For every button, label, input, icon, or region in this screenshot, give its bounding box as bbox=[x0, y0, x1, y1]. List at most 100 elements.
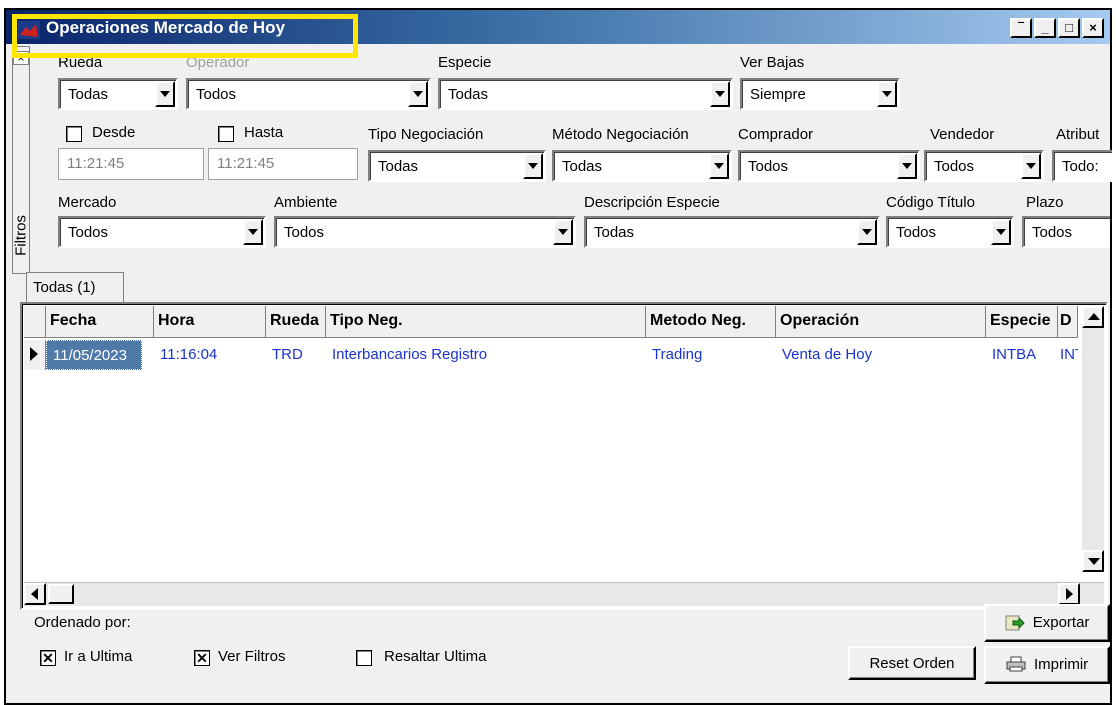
operador-select[interactable]: Todos bbox=[186, 78, 431, 110]
chevron-down-icon[interactable] bbox=[1021, 153, 1041, 179]
cell-hora[interactable]: 11:16:04 bbox=[154, 340, 266, 370]
tipo-negociacion-value: Todas bbox=[378, 158, 419, 175]
ver-filtros-checkbox[interactable]: ✕ bbox=[194, 650, 210, 666]
ambiente-label: Ambiente bbox=[274, 194, 338, 211]
rueda-select[interactable]: Todas bbox=[58, 78, 178, 110]
chevron-down-icon[interactable] bbox=[243, 219, 263, 245]
scroll-left-icon[interactable] bbox=[24, 583, 46, 605]
atributo-select[interactable]: Todo: bbox=[1052, 150, 1112, 182]
ver-bajas-label: Ver Bajas bbox=[740, 54, 805, 71]
metodo-negociacion-value: Todas bbox=[562, 158, 603, 175]
imprimir-button[interactable]: Imprimir bbox=[984, 646, 1110, 684]
ordenado-por-label: Ordenado por: bbox=[34, 614, 131, 631]
mercado-select[interactable]: Todos bbox=[58, 216, 266, 248]
ver-bajas-select[interactable]: Siempre bbox=[740, 78, 900, 110]
column-header-hora[interactable]: Hora bbox=[154, 306, 266, 338]
close-icon[interactable]: × bbox=[1082, 18, 1104, 38]
hasta-label: Hasta bbox=[244, 124, 284, 141]
resaltar-ultima-checkbox[interactable] bbox=[356, 650, 372, 666]
chevron-down-icon[interactable] bbox=[897, 153, 917, 179]
hasta-time-input[interactable]: 11:21:45 bbox=[208, 148, 358, 180]
column-header-tipo-neg[interactable]: Tipo Neg. bbox=[326, 306, 646, 338]
cell-tipo-neg[interactable]: Interbancarios Registro bbox=[326, 340, 646, 370]
plazo-value: Todos bbox=[1032, 224, 1073, 241]
hasta-checkbox[interactable] bbox=[218, 126, 234, 142]
ambiente-value: Todos bbox=[284, 224, 325, 241]
vendedor-select[interactable]: Todos bbox=[924, 150, 1044, 182]
chevron-down-icon[interactable] bbox=[709, 153, 729, 179]
desde-time-input[interactable]: 11:21:45 bbox=[58, 148, 204, 180]
ver-bajas-value: Siempre bbox=[750, 86, 806, 103]
cell-fecha[interactable]: 11/05/2023 bbox=[46, 340, 142, 370]
especie-select[interactable]: Todas bbox=[438, 78, 733, 110]
current-row-indicator-icon bbox=[24, 340, 46, 370]
tab-todas[interactable]: Todas (1) bbox=[26, 272, 124, 302]
scroll-up-icon[interactable] bbox=[1082, 306, 1104, 328]
close-filters-icon[interactable]: × bbox=[13, 51, 29, 65]
cell-rueda[interactable]: TRD bbox=[266, 340, 326, 370]
chevron-down-icon[interactable] bbox=[877, 81, 897, 107]
desde-checkbox[interactable] bbox=[66, 126, 82, 142]
operador-value: Todos bbox=[196, 86, 237, 103]
filtros-panel-tab[interactable]: × Filtros bbox=[12, 46, 30, 274]
exportar-button[interactable]: Exportar bbox=[984, 604, 1110, 642]
ver-filtros-label: Ver Filtros bbox=[218, 648, 286, 665]
descripcion-especie-select[interactable]: Todas bbox=[584, 216, 880, 248]
title-bar[interactable]: Operaciones Mercado de Hoy ‾ _ □ × bbox=[6, 10, 1110, 44]
ir-a-ultima-label: Ir a Ultima bbox=[64, 648, 133, 665]
vertical-scrollbar[interactable] bbox=[1082, 306, 1104, 572]
mercado-label: Mercado bbox=[58, 194, 117, 211]
cell-operacion[interactable]: Venta de Hoy bbox=[776, 340, 986, 370]
scroll-right-icon[interactable] bbox=[1058, 583, 1080, 605]
especie-label: Especie bbox=[438, 54, 492, 71]
chevron-down-icon[interactable] bbox=[710, 81, 730, 107]
plazo-label: Plazo bbox=[1026, 194, 1064, 211]
mercado-value: Todos bbox=[68, 224, 109, 241]
chevron-down-icon[interactable] bbox=[991, 219, 1011, 245]
atributo-label: Atribut bbox=[1056, 126, 1100, 143]
horizontal-scrollbar[interactable] bbox=[24, 582, 1104, 606]
scroll-down-icon[interactable] bbox=[1082, 550, 1104, 572]
chevron-down-icon[interactable] bbox=[155, 81, 175, 107]
cell-especie[interactable]: INTBA bbox=[986, 340, 1058, 370]
column-header-d[interactable]: D bbox=[1058, 306, 1078, 338]
vendedor-value: Todos bbox=[934, 158, 975, 175]
column-header-fecha[interactable]: Fecha bbox=[46, 306, 154, 338]
column-header-especie[interactable]: Especie bbox=[986, 306, 1058, 338]
plazo-select[interactable]: Todos bbox=[1022, 216, 1110, 248]
scroll-thumb[interactable] bbox=[48, 584, 74, 604]
column-header-metodo-neg[interactable]: Metodo Neg. bbox=[646, 306, 776, 338]
chevron-down-icon[interactable] bbox=[857, 219, 877, 245]
rueda-label: Rueda bbox=[58, 54, 103, 71]
grid-header: Fecha Hora Rueda Tipo Neg. Metodo Neg. O… bbox=[24, 306, 1082, 338]
desde-label: Desde bbox=[92, 124, 136, 141]
chevron-down-icon[interactable] bbox=[523, 153, 543, 179]
column-header-rueda[interactable]: Rueda bbox=[266, 306, 326, 338]
tipo-negociacion-select[interactable]: Todas bbox=[368, 150, 546, 182]
ir-a-ultima-checkbox[interactable]: ✕ bbox=[40, 650, 56, 666]
filtros-label: Filtros bbox=[12, 215, 30, 256]
pin-icon[interactable]: ‾ bbox=[1010, 18, 1032, 38]
chevron-down-icon[interactable] bbox=[553, 219, 573, 245]
metodo-negociacion-label: Método Negociación bbox=[552, 126, 689, 143]
codigo-titulo-select[interactable]: Todos bbox=[886, 216, 1014, 248]
resaltar-ultima-label: Resaltar Ultima bbox=[384, 648, 487, 665]
chevron-down-icon[interactable] bbox=[408, 81, 428, 107]
maximize-icon[interactable]: □ bbox=[1058, 18, 1080, 38]
tipo-negociacion-label: Tipo Negociación bbox=[368, 126, 484, 143]
table-row[interactable]: 11/05/2023 11:16:04 TRD Interbancarios R… bbox=[24, 340, 1082, 370]
app-icon bbox=[18, 21, 40, 39]
especie-value: Todas bbox=[448, 86, 489, 103]
ambiente-select[interactable]: Todos bbox=[274, 216, 576, 248]
minimize-icon[interactable]: _ bbox=[1034, 18, 1056, 38]
column-header-operacion[interactable]: Operación bbox=[776, 306, 986, 338]
cell-metodo-neg[interactable]: Trading bbox=[646, 340, 776, 370]
operaciones-window: Operaciones Mercado de Hoy ‾ _ □ × × Fil… bbox=[4, 8, 1112, 705]
reset-orden-button[interactable]: Reset Orden bbox=[848, 646, 976, 680]
operations-grid[interactable]: Fecha Hora Rueda Tipo Neg. Metodo Neg. O… bbox=[20, 302, 1108, 610]
metodo-negociacion-select[interactable]: Todas bbox=[552, 150, 732, 182]
comprador-label: Comprador bbox=[738, 126, 814, 143]
cell-d[interactable]: INT bbox=[1058, 340, 1078, 370]
comprador-select[interactable]: Todos bbox=[738, 150, 920, 182]
descripcion-especie-value: Todas bbox=[594, 224, 635, 241]
